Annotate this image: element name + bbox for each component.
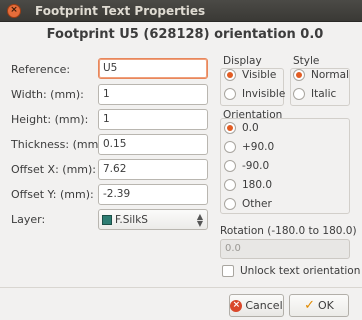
footer-divider [0, 287, 362, 288]
thickness-label: Thickness: (mm): [11, 138, 107, 151]
checkbox-unchecked-icon [222, 265, 234, 277]
thickness-input[interactable]: 0.15 [98, 134, 208, 155]
display-group-title: Display [223, 55, 262, 67]
radio-unselected-icon [224, 141, 236, 153]
layer-label: Layer: [11, 213, 46, 226]
orientation-minus90-radio[interactable]: -90.0 [224, 160, 269, 172]
height-input[interactable]: 1 [98, 109, 208, 130]
style-italic-radio[interactable]: Italic [293, 88, 336, 100]
radio-unselected-icon [224, 88, 236, 100]
display-visible-radio[interactable]: Visible [224, 69, 276, 81]
spin-arrows-icon: ▲ ▼ [196, 212, 203, 228]
checkmark-icon: ✓ [304, 298, 316, 313]
offset-y-input[interactable]: -2.39 [98, 184, 208, 205]
orientation-0-radio[interactable]: 0.0 [224, 122, 259, 134]
rotation-label: Rotation (-180.0 to 180.0) [220, 225, 357, 237]
orientation-other-radio[interactable]: Other [224, 198, 272, 210]
layer-select[interactable]: F.SilkS ▲ ▼ [98, 209, 208, 230]
cancel-button[interactable]: × Cancel [229, 294, 284, 317]
offset-x-label: Offset X: (mm): [11, 163, 97, 176]
style-normal-radio[interactable]: Normal [293, 69, 349, 81]
ok-button-label: OK [318, 299, 334, 312]
rotation-input[interactable]: 0.0 [220, 239, 350, 259]
style-group-title: Style [293, 55, 320, 67]
radio-unselected-icon [224, 198, 236, 210]
orientation-plus90-radio[interactable]: +90.0 [224, 141, 274, 153]
radio-selected-icon [224, 122, 236, 134]
radio-unselected-icon [293, 88, 305, 100]
orientation-minus90-label: -90.0 [242, 160, 270, 172]
layer-color-swatch [102, 214, 112, 225]
offset-x-input[interactable]: 7.62 [98, 159, 208, 180]
display-invisible-radio[interactable]: Invisible [224, 88, 285, 100]
orientation-180-label: 180.0 [242, 179, 273, 191]
orientation-other-label: Other [242, 198, 272, 210]
orientation-180-radio[interactable]: 180.0 [224, 179, 272, 191]
unlock-orientation-label: Unlock text orientation [240, 265, 361, 277]
radio-unselected-icon [224, 179, 236, 191]
cancel-icon: × [230, 299, 243, 312]
unlock-orientation-checkbox[interactable]: Unlock text orientation [222, 265, 360, 277]
ok-button[interactable]: ✓ OK [289, 294, 349, 317]
display-visible-label: Visible [242, 69, 277, 81]
orientation-plus90-label: +90.0 [242, 141, 275, 153]
close-icon[interactable]: × [7, 3, 21, 18]
style-normal-label: Normal [311, 69, 349, 81]
reference-input[interactable]: U5 [98, 58, 208, 79]
dialog-header: Footprint U5 (628128) orientation 0.0 [46, 27, 324, 42]
reference-label: Reference: [11, 63, 71, 76]
title-bar: × Footprint Text Properties [0, 0, 362, 22]
width-label: Width: (mm): [11, 88, 84, 101]
height-label: Height: (mm): [11, 113, 89, 126]
radio-unselected-icon [224, 160, 236, 172]
cancel-button-label: Cancel [245, 299, 283, 312]
layer-select-value: F.SilkS [115, 213, 148, 226]
radio-selected-icon [224, 69, 236, 81]
orientation-0-label: 0.0 [242, 122, 259, 134]
style-italic-label: Italic [311, 88, 337, 100]
offset-y-label: Offset Y: (mm): [11, 188, 94, 201]
width-input[interactable]: 1 [98, 84, 208, 105]
radio-selected-icon [293, 69, 305, 81]
window-title: Footprint Text Properties [35, 3, 206, 18]
display-invisible-label: Invisible [242, 88, 286, 100]
